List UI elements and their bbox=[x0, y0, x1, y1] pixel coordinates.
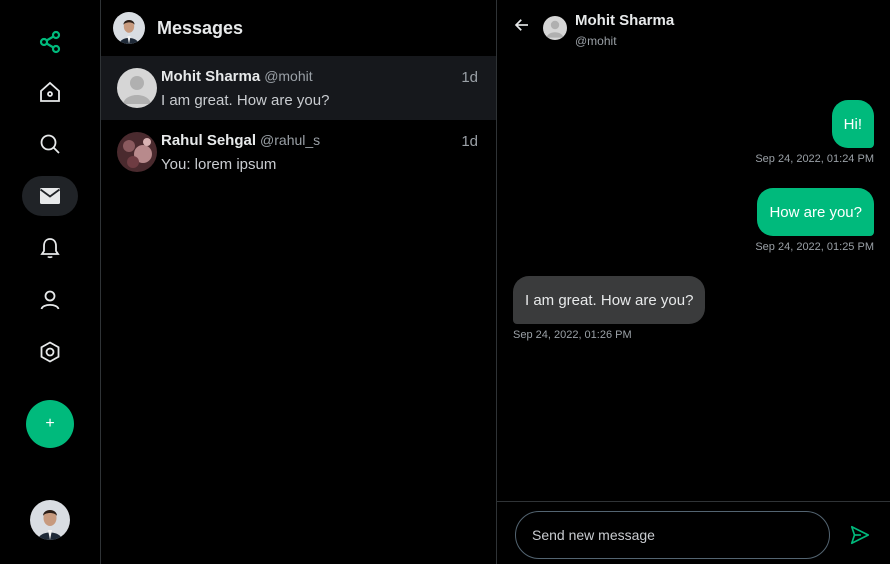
chat-contact-name: Mohit Sharma bbox=[575, 12, 675, 29]
chat-avatar[interactable] bbox=[543, 16, 567, 40]
chat-contact-handle: @mohit bbox=[575, 34, 617, 48]
nav-settings[interactable] bbox=[22, 332, 78, 372]
message-bubble-sent: How are you? bbox=[757, 188, 874, 236]
nav-profile[interactable] bbox=[22, 280, 78, 320]
conversation-preview: I am great. How are you? bbox=[161, 92, 330, 109]
header-avatar[interactable] bbox=[113, 12, 145, 44]
conversation-time: 1d bbox=[461, 133, 478, 150]
conversation-avatar bbox=[117, 132, 157, 172]
message-input[interactable] bbox=[516, 512, 829, 558]
bell-icon bbox=[40, 238, 60, 259]
compose-button[interactable]: + bbox=[26, 400, 74, 448]
conversation-preview: You: lorem ipsum bbox=[161, 156, 277, 173]
nav-notifications[interactable] bbox=[22, 228, 78, 268]
back-arrow-icon[interactable] bbox=[513, 16, 531, 34]
conversation-item[interactable]: Mohit Sharma @mohit 1d I am great. How ar… bbox=[101, 56, 496, 120]
send-icon[interactable] bbox=[849, 524, 871, 546]
nav-explore[interactable] bbox=[22, 124, 78, 164]
nav-home[interactable] bbox=[22, 72, 78, 112]
message-bubble-received: I am great. How are you? bbox=[513, 276, 706, 324]
message-text: Hi! bbox=[843, 115, 862, 133]
app-logo[interactable] bbox=[22, 22, 78, 62]
page-title: Messages bbox=[157, 17, 244, 38]
conversation-name-text: Mohit Sharma bbox=[161, 68, 261, 85]
home-icon bbox=[40, 81, 60, 102]
chat-panel: Mohit Sharma @mohit Hi! Sep 24, 2022, 01… bbox=[497, 0, 890, 564]
message-bubble-sent: Hi! bbox=[831, 100, 874, 148]
account-avatar[interactable] bbox=[30, 500, 70, 540]
conversation-name: Rahul Sehgal @rahul_s bbox=[161, 132, 320, 149]
conversation-handle: @mohit bbox=[264, 68, 313, 84]
search-icon bbox=[40, 134, 60, 154]
list-header: Messages bbox=[113, 12, 243, 44]
nav-messages[interactable] bbox=[22, 176, 78, 216]
message-timestamp: Sep 24, 2022, 01:25 PM bbox=[755, 241, 874, 253]
mail-icon bbox=[39, 188, 61, 204]
conversation-name-text: Rahul Sehgal bbox=[161, 132, 257, 149]
conversation-name: Mohit Sharma @mohit bbox=[161, 68, 313, 85]
conversation-handle: @rahul_s bbox=[260, 132, 321, 148]
chat-header: Mohit Sharma @mohit bbox=[497, 0, 890, 52]
conversation-time: 1d bbox=[461, 69, 478, 86]
conversation-item[interactable]: Rahul Sehgal @rahul_s 1d You: lorem ipsum bbox=[101, 120, 496, 184]
conversation-list-panel: Messages Mohit Sharma @mohit 1d I am grea… bbox=[101, 0, 497, 564]
message-text: I am great. How are you? bbox=[525, 291, 694, 309]
message-timestamp: Sep 24, 2022, 01:24 PM bbox=[755, 153, 874, 165]
message-text: How are you? bbox=[769, 203, 862, 221]
message-input-wrapper bbox=[515, 511, 830, 559]
conversation-avatar bbox=[117, 68, 157, 108]
sidebar-nav: + bbox=[0, 0, 101, 564]
user-icon bbox=[40, 290, 60, 310]
settings-hexagon-icon bbox=[40, 341, 60, 363]
message-composer bbox=[497, 501, 890, 564]
compose-label: + bbox=[45, 415, 55, 432]
message-timestamp: Sep 24, 2022, 01:26 PM bbox=[513, 329, 632, 341]
share-nodes-icon bbox=[39, 30, 61, 54]
